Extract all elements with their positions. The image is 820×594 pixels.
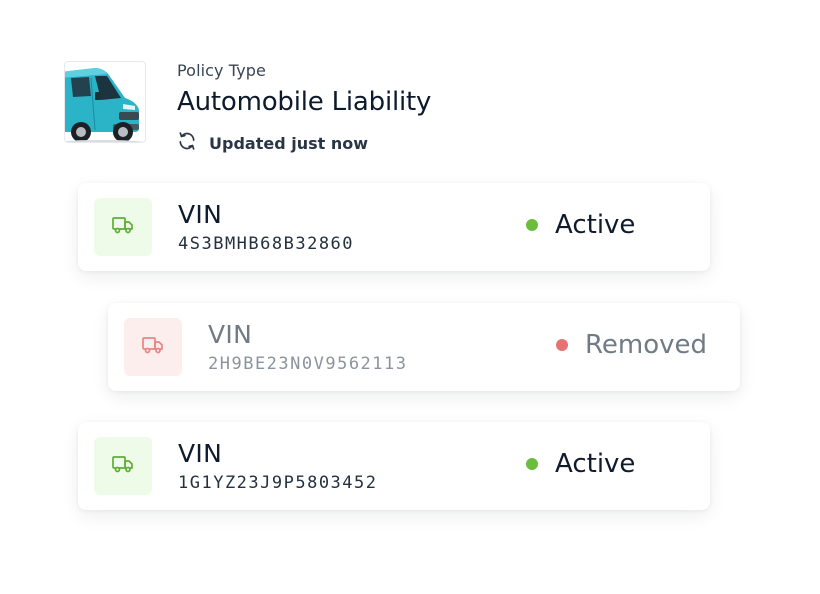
vehicle-card[interactable]: VIN 2H9BE23N0V9562113 Removed [108,303,740,391]
status-dot [526,458,538,470]
vehicle-icon-box [94,437,152,495]
vin-label: VIN [178,200,223,229]
refresh-icon[interactable] [177,131,197,155]
policy-type-value: Automobile Liability [177,87,432,117]
vehicle-card[interactable]: VIN 4S3BMHB68B32860 Active [78,183,710,271]
status-badge: Active [526,449,635,479]
updated-text: Updated just now [209,133,368,153]
vin-number: 2H9BE23N0V9562113 [208,354,408,374]
vehicle-icon-box [94,198,152,256]
vin-number: 1G1YZ23J9P5803452 [178,473,378,493]
status-text: Active [555,210,636,240]
vin-label: VIN [178,439,223,468]
vehicle-thumbnail [64,61,146,143]
status-badge: Removed [556,330,707,360]
status-dot [556,339,568,351]
update-status: Updated just now [177,131,368,155]
truck-icon [141,333,165,361]
truck-icon [111,452,135,480]
vin-number: 4S3BMHB68B32860 [178,234,355,254]
van-image [65,68,141,142]
vin-label: VIN [208,320,253,349]
status-badge: Active [526,210,635,240]
vehicle-icon-box [124,318,182,376]
policy-type-label: Policy Type [177,61,266,80]
vehicle-card[interactable]: VIN 1G1YZ23J9P5803452 Active [78,422,710,510]
status-text: Active [555,449,636,479]
truck-icon [111,213,135,241]
status-dot [526,219,538,231]
status-text: Removed [585,330,708,360]
